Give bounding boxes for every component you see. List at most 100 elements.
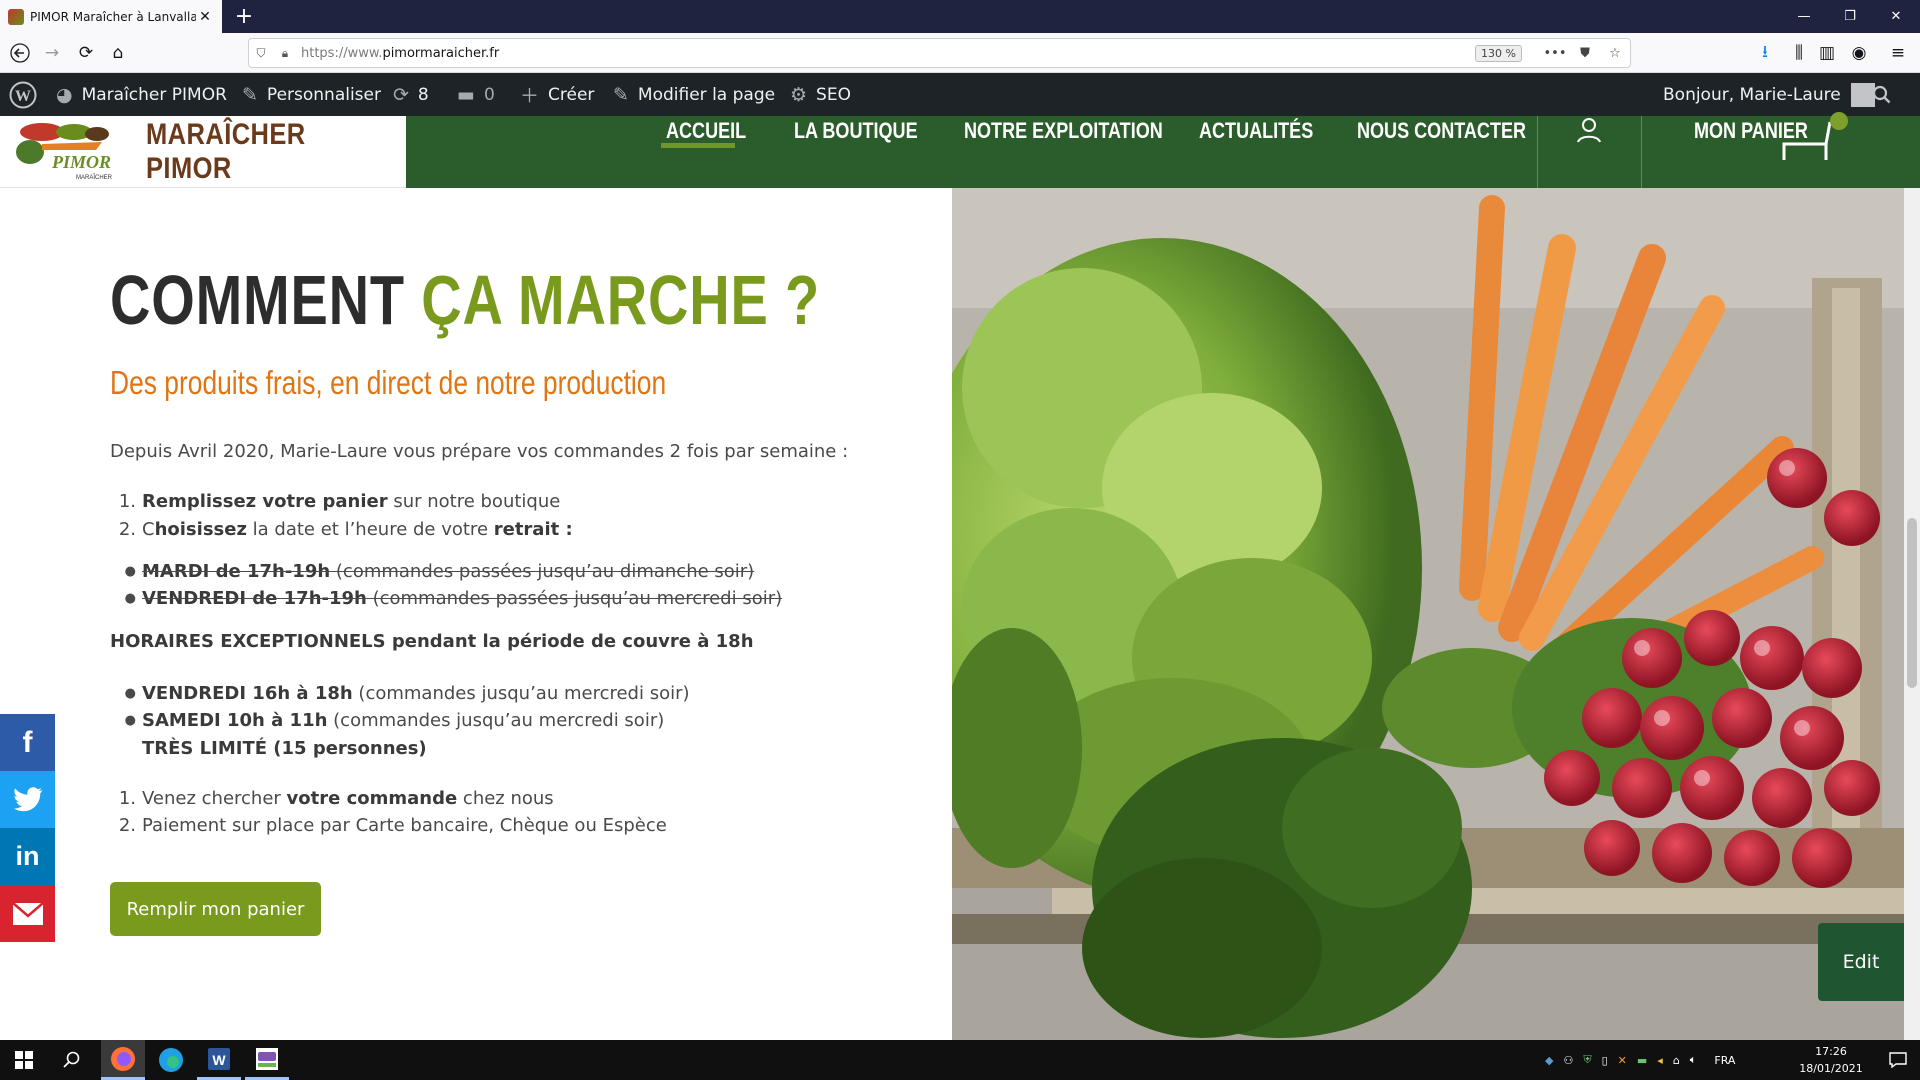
vegetable-crate-photo	[952, 188, 1904, 1040]
seo-gear-icon: ⚙	[790, 83, 808, 106]
page-scrollbar[interactable]	[1904, 188, 1920, 1040]
minimize-icon[interactable]: —	[1781, 0, 1827, 33]
browser-tabstrip: PIMOR Maraîcher à Lanvallay, P ✕ + — ❐ ✕	[0, 0, 1920, 33]
taskbar-firefox[interactable]	[101, 1040, 145, 1080]
language-indicator[interactable]: FRA	[1714, 1054, 1735, 1067]
share-linkedin-button[interactable]: in	[0, 828, 55, 885]
taskbar-edge[interactable]	[149, 1040, 193, 1080]
list-item: 2. Paiement sur place par Carte bancaire,…	[118, 815, 667, 836]
wp-new-content-link[interactable]: ＋ Créer	[520, 73, 594, 116]
svg-text:W: W	[212, 1052, 226, 1068]
fill-cart-button[interactable]: Remplir mon panier	[110, 882, 321, 936]
cart-count-badge	[1830, 112, 1848, 130]
share-email-button[interactable]	[0, 885, 55, 942]
list-item: ● VENDREDI 16h à 18h (commandes jusqu’au …	[124, 683, 690, 704]
site-header: PIMOR MARAÎCHER MARAÎCHER PIMOR ACCUEIL …	[0, 112, 1920, 188]
list-item: 1. Remplissez votre panier sur notre bout…	[118, 491, 561, 512]
pencil-icon: ✎	[613, 83, 629, 106]
list-item: 2. Choisissez la date et l’heure de votre…	[118, 519, 573, 540]
list-item: ● VENDREDI de 17h-19h (commandes passées …	[124, 588, 783, 609]
shield-icon[interactable]: ⛉	[249, 46, 273, 61]
menu-item-boutique[interactable]: LA BOUTIQUE	[794, 118, 918, 144]
browser-navbar: → ⟳ ⌂ ⛉ 🔒︎ https://www.pimormaraicher.fr…	[0, 33, 1920, 73]
downloads-icon[interactable]: ⭳	[1751, 39, 1779, 67]
bookmark-star-icon[interactable]: ☆	[1600, 46, 1630, 61]
speaker-warning-icon[interactable]: ◂	[1657, 1054, 1663, 1067]
page-subheading: Des produits frais, en direct de notre p…	[110, 364, 667, 401]
forward-button[interactable]: →	[38, 39, 66, 67]
exceptional-hours-heading: HORAIRES EXCEPTIONNELS pendant la périod…	[110, 631, 754, 652]
restore-icon[interactable]: ❐	[1827, 0, 1873, 33]
lock-icon[interactable]: 🔒︎	[273, 46, 297, 61]
new-tab-button[interactable]: +	[231, 4, 257, 30]
wp-seo-link[interactable]: ⚙ SEO	[790, 73, 851, 116]
back-button[interactable]	[6, 39, 34, 67]
pocket-icon[interactable]: ⛊	[1570, 46, 1600, 61]
page-heading: COMMENT ÇA MARCHE ?	[110, 261, 820, 339]
cart-bag-icon[interactable]	[1780, 116, 1834, 160]
close-tab-icon[interactable]: ✕	[196, 9, 214, 25]
scrollbar-thumb[interactable]	[1907, 518, 1917, 688]
wp-edit-page-link[interactable]: ✎ Modifier la page	[613, 73, 775, 116]
usb-icon[interactable]: ▯	[1602, 1054, 1608, 1067]
windows-taskbar: W ◆ ⚇ ⛨ ▯ ✕ ▬ ◂ ⌂ 🔈︎ FRA 17:26 18/01/202…	[0, 1040, 1920, 1080]
windows-start-icon[interactable]	[0, 1040, 48, 1080]
notifications-icon[interactable]	[1878, 1040, 1918, 1080]
volume-icon[interactable]: 🔈︎	[1690, 1053, 1697, 1067]
tab-title: PIMOR Maraîcher à Lanvallay, P	[30, 9, 196, 24]
zoom-level-badge[interactable]: 130 %	[1475, 44, 1522, 62]
wp-customize-link[interactable]: ✎ Personnaliser	[242, 73, 381, 116]
reload-button[interactable]: ⟳	[72, 39, 100, 67]
menu-divider	[1537, 116, 1538, 188]
search-icon[interactable]	[48, 1040, 96, 1080]
url-text[interactable]: https://www.pimormaraicher.fr	[297, 46, 1475, 61]
browser-tab[interactable]: PIMOR Maraîcher à Lanvallay, P ✕	[0, 0, 222, 33]
shield-tray-icon[interactable]: ⛨	[1583, 1053, 1591, 1067]
system-clock[interactable]: 17:26 18/01/2021	[1796, 1043, 1866, 1077]
taskbar-word[interactable]: W	[197, 1040, 241, 1080]
menu-item-exploitation[interactable]: NOTRE EXPLOITATION	[964, 118, 1163, 144]
list-item: ● MARDI de 17h-19h (commandes passées jus…	[124, 561, 755, 582]
back-arrow-icon	[10, 43, 30, 63]
list-item: ● SAMEDI 10h à 11h (commandes jusqu’au me…	[124, 710, 665, 731]
word-icon: W	[208, 1047, 230, 1070]
wp-updates-link[interactable]: ⟳ 8	[393, 73, 429, 116]
taskbar-woocommerce[interactable]	[245, 1040, 289, 1080]
library-icon[interactable]: ⫼	[1785, 39, 1813, 67]
account-icon[interactable]: ◉	[1845, 39, 1873, 67]
list-item: 1. Venez chercher votre commande chez nou…	[118, 788, 554, 809]
wp-search-icon[interactable]	[1872, 73, 1892, 116]
menu-item-accueil[interactable]: ACCUEIL	[666, 118, 746, 144]
dashboard-icon: ◕	[56, 83, 73, 106]
tools-icon[interactable]: ✕	[1618, 1054, 1627, 1067]
system-tray: ◆ ⚇ ⛨ ▯ ✕ ▬ ◂ ⌂ 🔈︎ FRA	[1545, 1040, 1735, 1080]
people-icon[interactable]: ⚇	[1563, 1054, 1573, 1067]
share-twitter-button[interactable]	[0, 771, 55, 828]
close-window-icon[interactable]: ✕	[1873, 0, 1919, 33]
edit-button[interactable]: Edit	[1818, 923, 1904, 1001]
email-icon	[11, 901, 44, 925]
wp-comments-link[interactable]: ▬ 0	[457, 73, 495, 116]
home-button[interactable]: ⌂	[104, 39, 132, 67]
battery-icon[interactable]: ▬	[1637, 1054, 1647, 1067]
page-actions-icon[interactable]: •••	[1540, 46, 1570, 61]
comment-icon: ▬	[457, 83, 475, 106]
wp-site-menu[interactable]: ◕ Maraîcher PIMOR	[56, 73, 227, 116]
url-bar[interactable]: ⛉ 🔒︎ https://www.pimormaraicher.fr 130 %…	[248, 38, 1631, 68]
wp-account-menu[interactable]: Bonjour, Marie-Laure	[1663, 73, 1875, 116]
wp-admin-bar: W ◕ Maraîcher PIMOR ✎ Personnaliser ⟳ 8 …	[0, 73, 1920, 116]
sidebar-icon[interactable]: ▥	[1813, 39, 1841, 67]
svg-text:W: W	[15, 88, 31, 105]
intro-text: Depuis Avril 2020, Marie-Laure vous prép…	[110, 441, 849, 462]
user-account-icon[interactable]	[1574, 116, 1604, 146]
menu-icon[interactable]: ≡	[1884, 39, 1912, 67]
menu-item-contact[interactable]: NOUS CONTACTER	[1357, 118, 1526, 144]
wordpress-logo-icon[interactable]: W	[9, 73, 37, 116]
share-facebook-button[interactable]: f	[0, 714, 55, 771]
menu-item-actualites[interactable]: ACTUALITÉS	[1199, 118, 1313, 144]
facebook-icon: f	[22, 725, 33, 759]
menu-divider	[1641, 116, 1642, 188]
wifi-icon[interactable]: ⌂	[1673, 1054, 1680, 1067]
network-share-icon[interactable]: ◆	[1545, 1054, 1553, 1067]
page-content: COMMENT ÇA MARCHE ? Des produits frais, …	[0, 188, 1920, 1040]
